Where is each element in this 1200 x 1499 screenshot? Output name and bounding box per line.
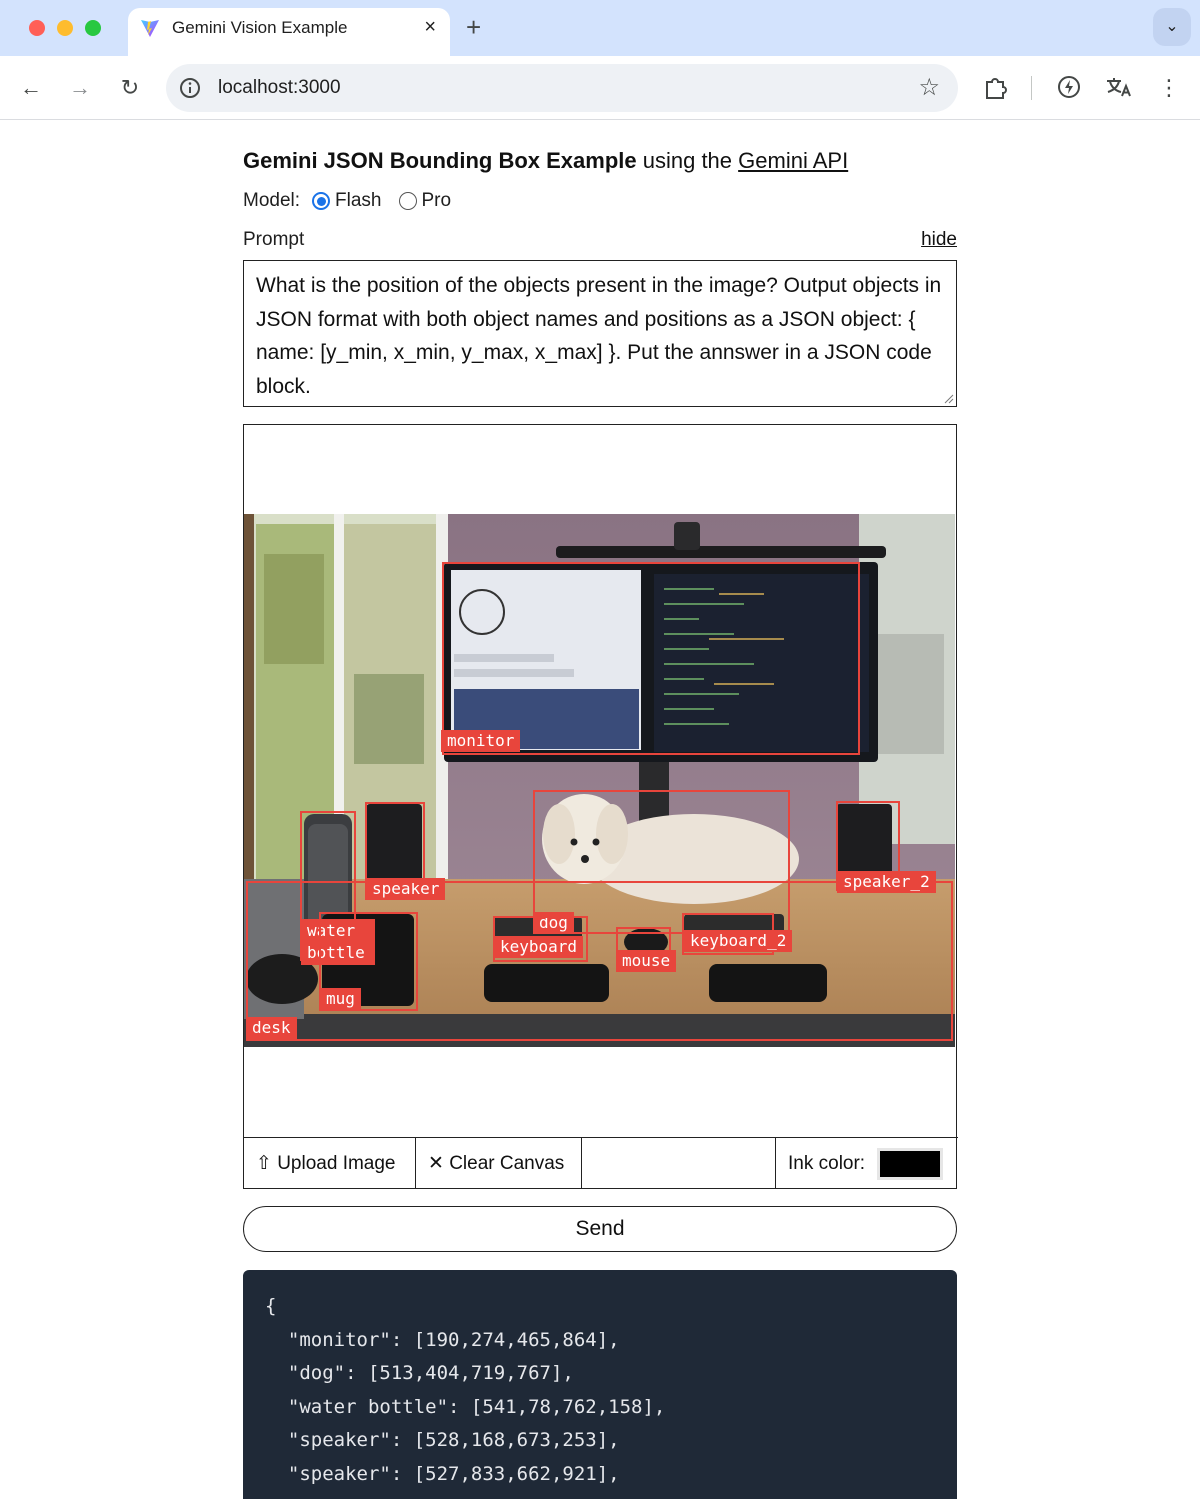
resize-grip-icon[interactable]	[944, 394, 954, 404]
vite-logo-icon	[141, 20, 159, 37]
tab-gemini-vision[interactable]: Gemini Vision Example ×	[128, 8, 450, 56]
clear-canvas-button[interactable]: ✕ Clear Canvas	[416, 1138, 582, 1189]
tab-strip: Gemini Vision Example × + ⌄	[0, 0, 1200, 56]
prompt-text: What is the position of the objects pres…	[256, 274, 942, 398]
extensions-icon[interactable]	[982, 74, 1008, 100]
bookmark-star-icon[interactable]: ☆	[918, 74, 940, 102]
model-pro-label[interactable]: Pro	[422, 190, 452, 212]
bbox-label-desk: desk	[246, 1017, 297, 1039]
tab-search-button[interactable]: ⌄	[1153, 8, 1191, 46]
close-icon: ✕	[428, 1153, 444, 1174]
window-close-button[interactable]	[29, 20, 45, 36]
back-button[interactable]: ←	[17, 74, 45, 102]
model-flash-radio[interactable]	[312, 192, 331, 210]
forward-button[interactable]: →	[66, 74, 94, 102]
prompt-textarea[interactable]: What is the position of the objects pres…	[243, 260, 957, 407]
upload-icon: ⇧	[256, 1153, 272, 1174]
model-flash-label[interactable]: Flash	[335, 190, 381, 212]
tab-close-icon[interactable]: ×	[424, 15, 436, 39]
translate-icon[interactable]	[1104, 74, 1134, 100]
site-info-icon[interactable]	[178, 76, 202, 100]
ink-color-picker[interactable]	[877, 1148, 943, 1180]
hide-prompt-link[interactable]: hide	[921, 229, 957, 251]
upload-image-label: Upload Image	[277, 1153, 396, 1174]
canvas-toolbar: ⇧ Upload Image ✕ Clear Canvas Ink color:	[244, 1137, 958, 1190]
json-output: { "monitor": [190,274,465,864], "dog": […	[243, 1270, 957, 1499]
bbox-monitor	[442, 562, 860, 755]
clear-canvas-label: Clear Canvas	[449, 1153, 565, 1174]
tab-title: Gemini Vision Example	[172, 18, 348, 37]
page-title-bold: Gemini JSON Bounding Box Example	[243, 148, 637, 173]
prompt-label: Prompt	[243, 229, 305, 250]
bbox-label-mouse: mouse	[616, 950, 677, 972]
model-selector: Model: Flash Pro	[243, 190, 451, 212]
upload-image-button[interactable]: ⇧ Upload Image	[244, 1138, 416, 1189]
page-title: Gemini JSON Bounding Box Example using t…	[243, 148, 848, 174]
send-button[interactable]: Send	[243, 1206, 957, 1252]
page-title-mid: using the	[636, 148, 739, 173]
browser-menu-icon[interactable]: ⋮	[1155, 74, 1183, 102]
window-maximize-button[interactable]	[85, 20, 101, 36]
browser-toolbar: ← → ↻ localhost:3000 ☆ ⋮	[0, 56, 1200, 120]
model-pro-radio[interactable]	[398, 192, 417, 210]
url-text[interactable]: localhost:3000	[218, 77, 341, 99]
address-bar[interactable]: localhost:3000 ☆	[166, 64, 958, 112]
gemini-api-link[interactable]: Gemini API	[738, 148, 848, 173]
bbox-label-speaker-2: speaker_2	[837, 871, 936, 893]
desk-photo: monitor speaker water bottle mug desk do…	[244, 514, 955, 1047]
chevron-down-icon: ⌄	[1165, 18, 1179, 35]
reload-button[interactable]: ↻	[116, 74, 144, 102]
window-minimize-button[interactable]	[57, 20, 73, 36]
performance-icon[interactable]	[1056, 74, 1082, 100]
bbox-label-keyboard: keyboard	[494, 936, 584, 958]
ink-color-control: Ink color:	[775, 1138, 958, 1189]
toolbar-separator	[1031, 76, 1032, 100]
drawing-canvas[interactable]: monitor speaker water bottle mug desk do…	[243, 424, 958, 1190]
new-tab-button[interactable]: +	[466, 13, 481, 41]
bbox-label-monitor: monitor	[441, 730, 521, 752]
bbox-label-keyboard-2: keyboard_2	[684, 930, 793, 952]
ink-color-label: Ink color:	[788, 1153, 866, 1174]
model-label: Model:	[243, 190, 301, 211]
